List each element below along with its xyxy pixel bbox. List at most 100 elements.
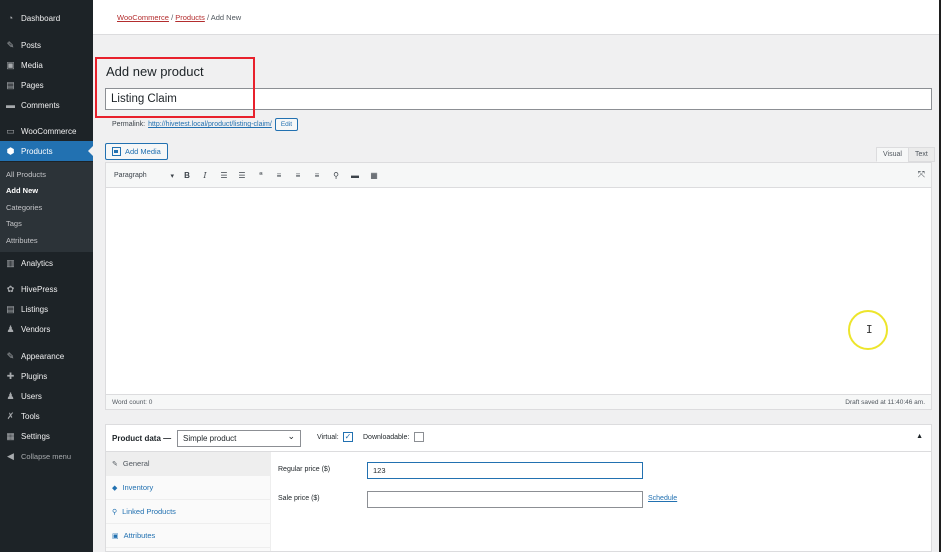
submenu-tags[interactable]: Tags: [6, 219, 22, 228]
collapse-arrow-icon[interactable]: ▲: [916, 433, 923, 440]
breadcrumb-woocommerce[interactable]: WooCommerce: [117, 13, 169, 22]
menu-label: Users: [21, 391, 42, 401]
woo-icon: ▭: [6, 125, 15, 136]
menu-hivepress[interactable]: ✿ HivePress: [0, 279, 93, 299]
format-select[interactable]: Paragraph: [110, 169, 176, 182]
tab-linked-products[interactable]: ⚲ Linked Products: [106, 500, 271, 524]
menu-settings[interactable]: ▦ Settings: [0, 426, 93, 446]
menu-label: Posts: [21, 40, 42, 50]
menu-label: Collapse menu: [21, 451, 72, 461]
media-icon: [112, 147, 121, 156]
menu-appearance[interactable]: ✎ Appearance: [0, 346, 93, 366]
product-data-header: Product data — Simple product Virtual: ✓…: [106, 425, 931, 452]
tab-general[interactable]: ✎ General: [106, 452, 271, 476]
submenu-all-products[interactable]: All Products: [6, 170, 46, 179]
menu-media[interactable]: ▣ Media: [0, 55, 93, 75]
downloadable-label: Downloadable:: [363, 434, 410, 441]
menu-dashboard[interactable]: ◔ Dashboard: [0, 8, 93, 28]
menu-products[interactable]: ⬢ Products: [0, 141, 93, 161]
product-data-label: Product data —: [112, 434, 172, 443]
breadcrumb-products[interactable]: Products: [175, 13, 205, 22]
product-title-input[interactable]: [105, 88, 932, 110]
menu-tools[interactable]: ✗ Tools: [0, 406, 93, 426]
align-right-icon[interactable]: ≡: [311, 169, 323, 182]
admin-sidebar: ◔ Dashboard ✎ Posts ▣ Media ▤ Pages ▬ Comment…: [0, 0, 93, 552]
vendors-icon: ♟: [6, 323, 15, 334]
italic-icon[interactable]: I: [199, 169, 211, 182]
dashboard-icon: ◔: [7, 13, 14, 23]
submenu-add-new[interactable]: Add New: [6, 186, 38, 195]
listings-icon: ▤: [6, 303, 15, 314]
users-icon: ♟: [6, 390, 15, 401]
menu-pages[interactable]: ▤ Pages: [0, 75, 93, 95]
menu-label: Listings: [21, 304, 49, 314]
draft-saved-status: Draft saved at 11:40:46 am.: [845, 399, 925, 406]
menu-label: Pages: [21, 80, 44, 90]
products-submenu: All Products Add New Categories Tags Att…: [0, 162, 93, 252]
breadcrumb-current: Add New: [210, 13, 242, 22]
schedule-link[interactable]: Schedule: [648, 495, 677, 502]
read-more-icon[interactable]: ▬: [349, 169, 361, 182]
breadcrumb-separator: /: [206, 13, 210, 22]
fullscreen-icon[interactable]: ⤧: [918, 169, 925, 180]
menu-vendors[interactable]: ♟ Vendors: [0, 319, 93, 339]
product-type-select[interactable]: Simple product: [177, 430, 301, 447]
editor-body[interactable]: [106, 188, 931, 394]
add-media-button[interactable]: Add Media: [105, 143, 168, 160]
menu-label: Appearance: [21, 351, 65, 361]
tag-icon: ◆: [112, 484, 118, 492]
virtual-label: Virtual:: [317, 434, 339, 441]
permalink-label: Permalink:: [112, 121, 146, 128]
menu-label: Media: [21, 60, 43, 70]
toolbar-toggle-icon[interactable]: ▦: [368, 169, 380, 182]
menu-woocommerce[interactable]: ▭ WooCommerce: [0, 121, 93, 141]
menu-plugins[interactable]: ✚ Plugins: [0, 366, 93, 386]
menu-collapse[interactable]: ◀ Collapse menu: [0, 446, 93, 466]
regular-price-input[interactable]: [367, 462, 643, 479]
bold-icon[interactable]: B: [181, 169, 193, 182]
numbered-list-icon[interactable]: ☰: [236, 169, 248, 182]
sale-price-input[interactable]: [367, 491, 643, 508]
menu-posts[interactable]: ✎ Posts: [0, 35, 93, 55]
menu-label: Products: [21, 146, 53, 156]
blockquote-icon[interactable]: “: [255, 169, 267, 182]
menu-listings[interactable]: ▤ Listings: [0, 299, 93, 319]
tools-icon: ✗: [6, 410, 15, 421]
align-left-icon[interactable]: ≡: [273, 169, 285, 182]
comments-icon: ▬: [6, 100, 15, 110]
virtual-checkbox[interactable]: ✓: [343, 432, 353, 442]
permalink-edit-button[interactable]: Edit: [274, 118, 299, 131]
breadcrumb-bar: WooCommerce / Products / Add New: [93, 0, 941, 35]
submenu-categories[interactable]: Categories: [6, 203, 42, 212]
menu-users[interactable]: ♟ Users: [0, 386, 93, 406]
wrench-icon: ✎: [112, 460, 118, 468]
tab-visual[interactable]: Visual: [876, 147, 909, 162]
breadcrumb: WooCommerce / Products / Add New: [117, 13, 241, 22]
analytics-icon: ▥: [6, 257, 15, 268]
downloadable-checkbox[interactable]: [414, 432, 424, 442]
menu-comments[interactable]: ▬ Comments: [0, 95, 93, 115]
editor-toolbar: Paragraph B I ☰ ☰ “ ≡ ≡ ≡ ⚲ ▬ ▦ ⤧: [106, 163, 931, 188]
plugins-icon: ✚: [6, 370, 15, 381]
bullet-list-icon[interactable]: ☰: [218, 169, 230, 182]
appearance-icon: ✎: [6, 350, 15, 361]
word-count: Word count: 0: [112, 399, 153, 406]
sale-price-label: Sale price ($): [278, 495, 320, 502]
permalink-url[interactable]: http://hivetest.local/product/listing-cl…: [148, 121, 272, 128]
menu-label: Comments: [21, 100, 60, 110]
tab-inventory[interactable]: ◆ Inventory: [106, 476, 271, 500]
regular-price-label: Regular price ($): [278, 466, 331, 473]
text-cursor-icon: I: [866, 323, 873, 336]
permalink-row: Permalink: http://hivetest.local/product…: [112, 118, 299, 131]
pages-icon: ▤: [6, 79, 15, 90]
page-title: Add new product: [106, 64, 204, 79]
tab-attributes[interactable]: ▣ Attributes: [106, 524, 271, 548]
menu-label: HivePress: [21, 284, 58, 294]
menu-analytics[interactable]: ▥ Analytics: [0, 253, 93, 273]
tab-text[interactable]: Text: [908, 147, 935, 162]
pin-icon: ✎: [6, 39, 15, 50]
align-center-icon[interactable]: ≡: [292, 169, 304, 182]
submenu-attributes[interactable]: Attributes: [6, 236, 38, 245]
link-icon[interactable]: ⚲: [330, 169, 342, 182]
tab-label: Inventory: [122, 483, 154, 492]
